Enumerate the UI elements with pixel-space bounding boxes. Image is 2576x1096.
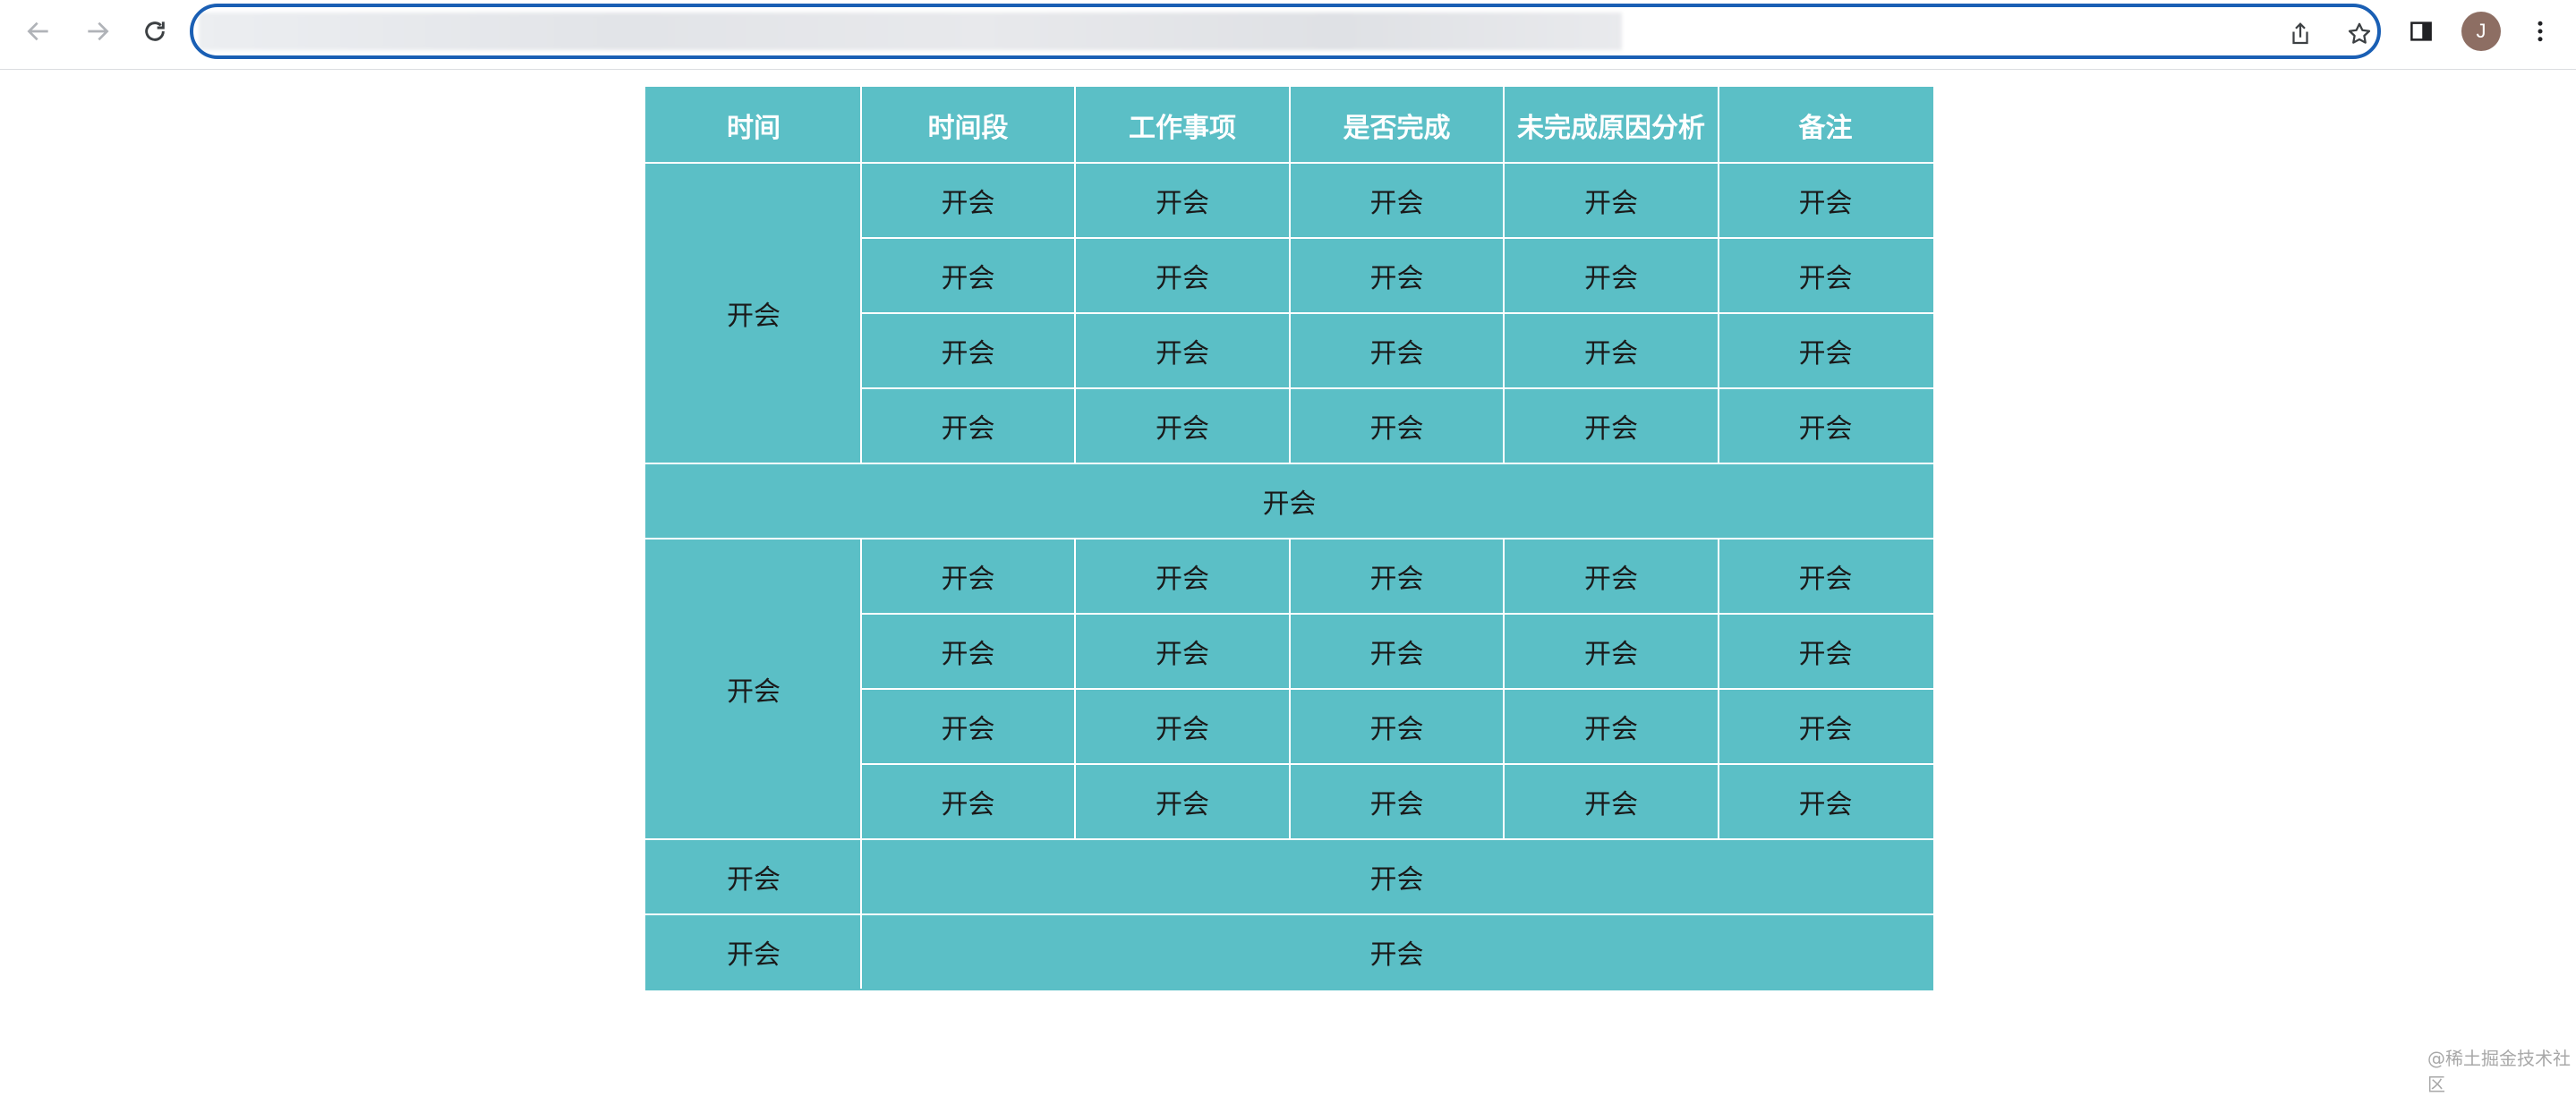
table-cell: 开会 xyxy=(1503,763,1719,840)
forward-icon[interactable] xyxy=(75,9,120,54)
watermark-text: @稀土掘金技术社区 xyxy=(2427,1048,2571,1095)
table-cell: 开会 xyxy=(1289,538,1505,615)
table-cell: 开会 xyxy=(1074,312,1291,389)
table-cell: 开会 xyxy=(860,688,1076,765)
table-cell: 开会 xyxy=(1718,538,1933,615)
table-cell: 开会 xyxy=(860,387,1076,464)
table-cell: 开会 xyxy=(1503,312,1719,389)
reload-icon[interactable] xyxy=(132,9,177,54)
table-cell: 开会 xyxy=(1074,237,1291,314)
summary-label-cell: 开会 xyxy=(645,913,862,990)
table-cell: 开会 xyxy=(1074,613,1291,690)
browser-toolbar: J xyxy=(0,0,2576,70)
table-cell: 开会 xyxy=(1718,763,1933,840)
table-cell: 开会 xyxy=(1074,162,1291,239)
url-text-blurred xyxy=(199,13,1622,50)
table-cell: 开会 xyxy=(1074,538,1291,615)
table-cell: 开会 xyxy=(1289,387,1505,464)
table-cell: 开会 xyxy=(1074,688,1291,765)
table-cell: 开会 xyxy=(1289,312,1505,389)
table-cell: 开会 xyxy=(1718,688,1933,765)
side-panel-icon[interactable] xyxy=(2401,11,2442,52)
summary-value-cell: 开会 xyxy=(860,913,1933,990)
header-time-slot: 时间段 xyxy=(860,87,1076,164)
table-cell: 开会 xyxy=(860,312,1076,389)
full-width-cell: 开会 xyxy=(645,463,1933,540)
share-icon[interactable] xyxy=(2282,16,2318,52)
table-cell: 开会 xyxy=(1289,763,1505,840)
profile-avatar[interactable]: J xyxy=(2461,12,2501,51)
work-plan-table: 时间 时间段 工作事项 是否完成 未完成原因分析 备注 开会 开会 开会 开会 … xyxy=(645,87,1933,990)
header-time: 时间 xyxy=(645,87,862,164)
group-date-cell: 开会 xyxy=(645,538,862,840)
header-completed: 是否完成 xyxy=(1289,87,1505,164)
table-cell: 开会 xyxy=(1289,688,1505,765)
avatar-initial: J xyxy=(2476,20,2486,42)
table-row-summary: 开会 开会 xyxy=(645,838,1933,915)
table-cell: 开会 xyxy=(860,613,1076,690)
table-cell: 开会 xyxy=(1718,237,1933,314)
table-cell: 开会 xyxy=(1718,312,1933,389)
table-row-full-width: 开会 xyxy=(645,463,1933,540)
table-header-row: 时间 时间段 工作事项 是否完成 未完成原因分析 备注 xyxy=(645,87,1933,164)
header-work-item: 工作事项 xyxy=(1074,87,1291,164)
table-cell: 开会 xyxy=(1503,237,1719,314)
table-cell: 开会 xyxy=(1074,387,1291,464)
table-cell: 开会 xyxy=(860,538,1076,615)
address-bar[interactable] xyxy=(190,4,2381,59)
table-cell: 开会 xyxy=(1503,613,1719,690)
header-reason-analysis: 未完成原因分析 xyxy=(1503,87,1719,164)
table-row-summary: 开会 开会 xyxy=(645,913,1933,990)
table-cell: 开会 xyxy=(1503,162,1719,239)
table-cell: 开会 xyxy=(1289,237,1505,314)
table-cell: 开会 xyxy=(1503,387,1719,464)
table-cell: 开会 xyxy=(860,162,1076,239)
bookmark-star-icon[interactable] xyxy=(2341,16,2377,52)
table-cell: 开会 xyxy=(1718,162,1933,239)
group-date-cell: 开会 xyxy=(645,162,862,464)
table-cell: 开会 xyxy=(860,763,1076,840)
header-remarks: 备注 xyxy=(1718,87,1933,164)
summary-label-cell: 开会 xyxy=(645,838,862,915)
table-cell: 开会 xyxy=(860,237,1076,314)
table-cell: 开会 xyxy=(1718,613,1933,690)
more-menu-icon[interactable] xyxy=(2520,11,2561,52)
table-cell: 开会 xyxy=(1718,387,1933,464)
table-cell: 开会 xyxy=(1503,538,1719,615)
back-icon[interactable] xyxy=(16,9,61,54)
table-row: 开会 开会 开会 开会 开会 开会 xyxy=(645,162,1933,464)
table-row: 开会 开会 开会 开会 开会 开会 xyxy=(645,538,1933,840)
table-cell: 开会 xyxy=(1289,162,1505,239)
table-cell: 开会 xyxy=(1503,688,1719,765)
summary-value-cell: 开会 xyxy=(860,838,1933,915)
table-cell: 开会 xyxy=(1074,763,1291,840)
table-cell: 开会 xyxy=(1289,613,1505,690)
